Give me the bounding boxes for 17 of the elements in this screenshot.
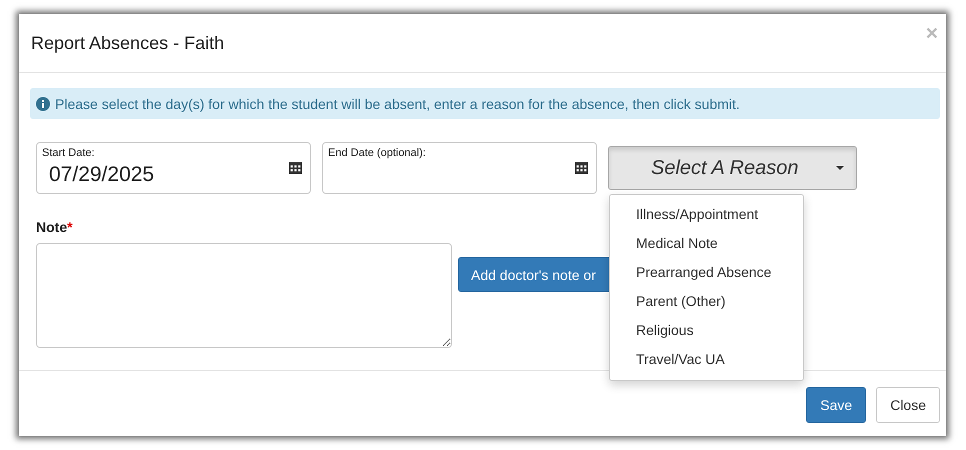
reason-dropdown[interactable]: Select A Reason [608, 146, 857, 190]
dialog-title: Report Absences - Faith [31, 32, 224, 54]
caret-icon [836, 166, 844, 170]
start-date-field[interactable]: Start Date: 07/29/2025 [36, 142, 311, 194]
note-label: Note* [36, 219, 74, 235]
menu-item[interactable]: Illness/Appointment [610, 200, 803, 229]
calendar-icon[interactable] [289, 161, 302, 174]
info-icon [36, 96, 50, 110]
close-button[interactable]: Close [876, 387, 940, 423]
alert-text: Please select the day(s) for which the student will be absent, enter a reason for the absence, then click submit. [55, 96, 740, 112]
calendar-icon[interactable] [575, 161, 588, 174]
end-date-field[interactable]: End Date (optional): [322, 142, 597, 194]
menu-item[interactable]: Religious [610, 316, 803, 345]
note-field[interactable] [36, 243, 452, 348]
menu-item[interactable]: Travel/Vac UA [610, 345, 803, 374]
save-button[interactable]: Save [806, 387, 866, 423]
menu-item[interactable]: Medical Note [610, 229, 803, 258]
